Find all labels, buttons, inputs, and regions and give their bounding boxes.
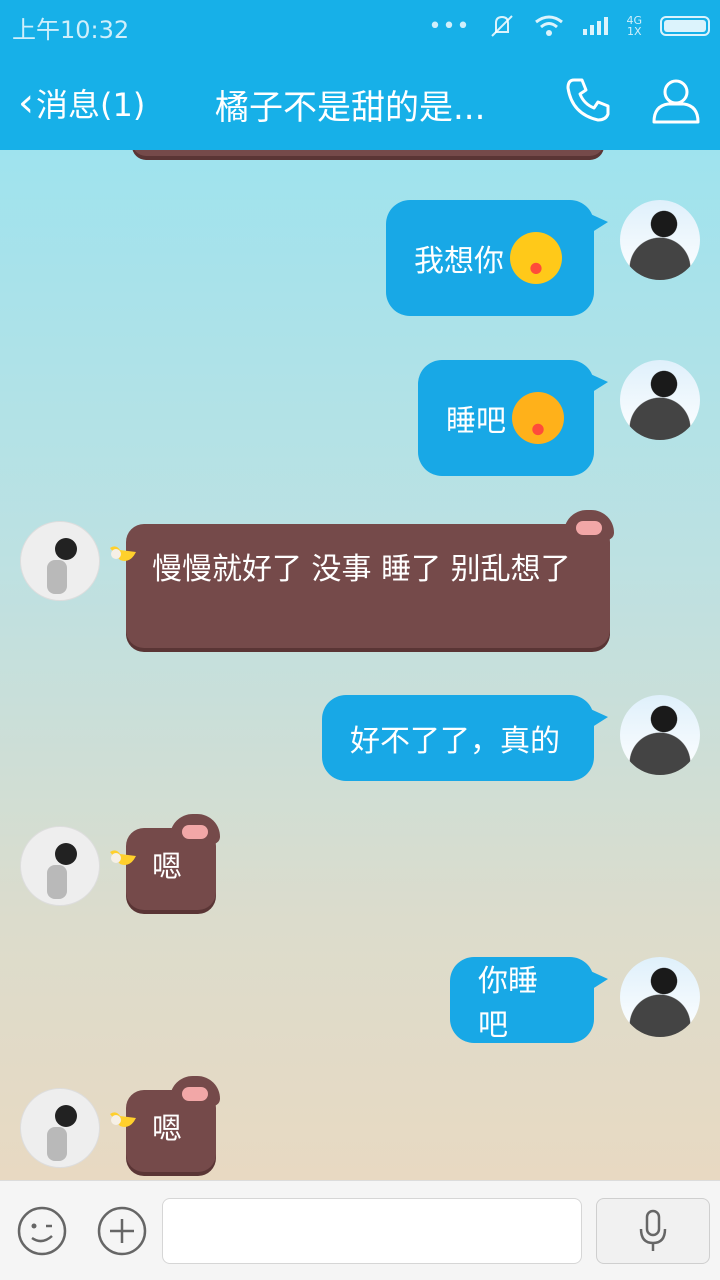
message-bubble-received[interactable]: 嗯: [110, 814, 220, 910]
message-text: 好不了了，真的: [350, 724, 560, 759]
angry-face-icon: [512, 392, 564, 444]
chat-area[interactable]: 我想你 睡吧 慢慢就好了 没事 睡了 别乱想了 好不了了，真的 嗯 你睡吧 嗯: [0, 150, 720, 1180]
message-input[interactable]: [162, 1198, 582, 1264]
profile-icon[interactable]: [650, 74, 702, 126]
message-text: 嗯: [152, 1112, 182, 1147]
banana-hand-icon: [110, 850, 136, 865]
navigation-bar: ‹ 消息(1) 橘子不是甜的是...: [0, 50, 720, 150]
contact-avatar[interactable]: [20, 521, 100, 601]
message-bubble-received[interactable]: 嗯: [110, 1076, 220, 1172]
emoji-button-icon[interactable]: [16, 1205, 68, 1257]
wifi-icon: [535, 15, 564, 36]
previous-message-edge: [132, 150, 604, 156]
crying-face-icon: [510, 232, 562, 284]
contact-avatar[interactable]: [20, 1088, 100, 1168]
network-bottom: 1X: [626, 25, 642, 38]
my-avatar[interactable]: [620, 360, 700, 440]
contact-avatar[interactable]: [20, 826, 100, 906]
status-time: 上午10:32: [12, 16, 130, 44]
message-text: 慢慢就好了 没事 睡了 别乱想了: [152, 552, 571, 587]
status-bar: 上午10:32 ••• 4G 1X: [0, 0, 720, 50]
mute-icon: [491, 15, 514, 37]
phone-icon[interactable]: [562, 74, 614, 126]
message-bubble-sent[interactable]: 好不了了，真的: [322, 695, 608, 781]
message-text: 睡吧: [446, 404, 506, 439]
message-bubble-sent[interactable]: 我想你: [386, 200, 608, 316]
message-text: 嗯: [152, 850, 182, 885]
message-bubble-sent[interactable]: 睡吧: [418, 360, 608, 476]
battery-icon: [660, 16, 710, 36]
message-bubble-received[interactable]: 慢慢就好了 没事 睡了 别乱想了: [110, 510, 614, 648]
banana-hand-icon: [110, 1112, 136, 1127]
signal-icon: [583, 17, 609, 35]
plus-button-icon[interactable]: [96, 1205, 148, 1257]
my-avatar[interactable]: [620, 200, 700, 280]
mascot-icon: [170, 1076, 220, 1106]
message-text: 我想你: [414, 244, 504, 279]
back-button[interactable]: ‹ 消息(1): [18, 80, 145, 126]
mascot-icon: [564, 510, 614, 540]
microphone-icon: [639, 1209, 667, 1251]
message-bubble-sent[interactable]: 你睡吧: [450, 957, 608, 1043]
network-type: 4G 1X: [626, 15, 642, 37]
message-text: 你睡吧: [478, 964, 538, 1043]
my-avatar[interactable]: [620, 695, 700, 775]
chat-title: 橘子不是甜的是...: [215, 88, 486, 128]
more-dots-icon: •••: [428, 13, 471, 39]
banana-hand-icon: [110, 546, 136, 561]
voice-button[interactable]: [596, 1198, 710, 1264]
status-icons: ••• 4G 1X: [429, 12, 710, 40]
mascot-icon: [170, 814, 220, 844]
my-avatar[interactable]: [620, 957, 700, 1037]
back-label: 消息(1): [36, 86, 146, 124]
chevron-left-icon: ‹: [18, 80, 34, 126]
input-bar: [0, 1180, 720, 1280]
